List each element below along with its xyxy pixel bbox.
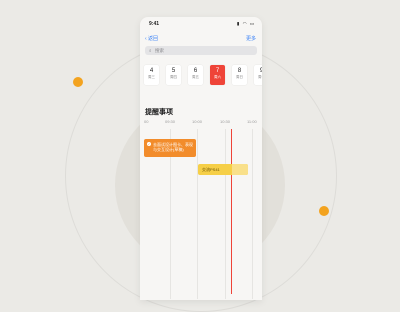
time-tick: 11:00 — [247, 119, 257, 124]
timeline: 00 09:30 10:00 10:30 11:00 ✓ 去面试设计图卡、表现与… — [140, 117, 262, 300]
date-weekday: 周日 — [236, 75, 243, 79]
date-weekday: 周五 — [192, 75, 199, 79]
back-button[interactable]: ‹ 返回 — [145, 35, 158, 42]
event-title: 交流PS41 — [202, 167, 220, 172]
event-duration-extension — [232, 164, 248, 175]
date-day: 4 — [149, 68, 154, 74]
search-placeholder: 搜索 — [155, 48, 164, 53]
status-bar: 9:41 ▮ ◠ ▭ — [140, 17, 262, 31]
date-day: 8 — [237, 68, 242, 74]
decorative-dot-left — [73, 77, 83, 87]
date-strip: 4 周三 5 周四 6 周五 7 周六 8 周日 9 周一 — [144, 65, 262, 87]
event-card[interactable]: ✓ 去面试设计图卡、表现与交互设计(草稿) — [144, 139, 196, 157]
date-weekday: 周三 — [148, 75, 155, 79]
grid-line — [197, 129, 198, 299]
time-tick: 09:30 — [165, 119, 176, 124]
current-time-line — [231, 129, 232, 294]
search-input[interactable]: ⌕ 搜索 — [145, 46, 257, 55]
date-day: 7 — [215, 68, 220, 74]
more-button[interactable]: 更多 — [246, 35, 256, 42]
date-day: 9 — [259, 68, 262, 74]
time-tick: 00 — [144, 119, 149, 124]
status-time: 9:41 — [149, 21, 160, 27]
decorative-dot-right — [319, 206, 329, 216]
date-weekday: 周六 — [214, 75, 221, 79]
date-item[interactable]: 5 周四 — [166, 65, 181, 85]
search-icon: ⌕ — [149, 48, 152, 53]
time-tick: 10:30 — [220, 119, 231, 124]
event-card[interactable]: 交流PS41 — [198, 164, 248, 175]
section-title: 提醒事项 — [145, 109, 173, 116]
date-item[interactable]: 6 周五 — [188, 65, 203, 85]
grid-line — [225, 129, 226, 299]
date-item[interactable]: 4 周三 — [144, 65, 159, 85]
date-item[interactable]: 9 周一 — [254, 65, 262, 85]
event-title: 去面试设计图卡、表现与交互设计(草稿) — [153, 142, 193, 152]
navigation-bar: ‹ 返回 更多 — [140, 35, 262, 45]
date-item-selected[interactable]: 7 周六 — [210, 65, 225, 85]
status-icons: ▮ ◠ ▭ — [236, 21, 255, 26]
phone-screen: 9:41 ▮ ◠ ▭ ‹ 返回 更多 ⌕ 搜索 4 周三 5 周四 6 周五 7… — [140, 17, 262, 300]
date-weekday: 周四 — [170, 75, 177, 79]
date-weekday: 周一 — [258, 75, 262, 79]
date-item[interactable]: 8 周日 — [232, 65, 247, 85]
check-icon: ✓ — [147, 142, 151, 146]
grid-line — [252, 129, 253, 299]
date-day: 6 — [193, 68, 198, 74]
time-tick: 10:00 — [192, 119, 203, 124]
date-day: 5 — [171, 68, 176, 74]
